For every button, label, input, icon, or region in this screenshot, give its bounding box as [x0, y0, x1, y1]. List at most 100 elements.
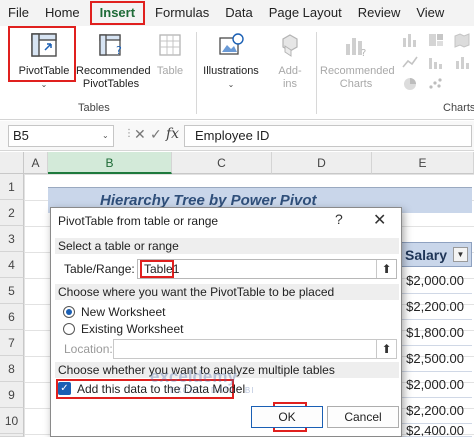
new-worksheet-label[interactable]: New Worksheet: [81, 305, 165, 319]
existing-worksheet-label[interactable]: Existing Worksheet: [81, 322, 184, 336]
section-placement: Choose where you want the PivotTable to …: [55, 284, 399, 300]
salary-cell[interactable]: $2,000.00: [398, 268, 472, 294]
filter-dropdown-icon[interactable]: ▼: [453, 247, 468, 262]
group-label-charts: Charts: [443, 102, 474, 114]
row-header[interactable]: 2: [0, 200, 24, 226]
row-header[interactable]: 7: [0, 330, 24, 356]
salary-header[interactable]: Salary ▼: [398, 242, 472, 267]
salary-cell[interactable]: $2,000.00: [398, 372, 472, 398]
recommended-pivottables-label-1: Recommended: [76, 65, 151, 77]
row-header[interactable]: 9: [0, 382, 24, 408]
location-label: Location:: [64, 342, 113, 356]
tab-formulas[interactable]: Formulas: [147, 0, 217, 26]
watermark-tagline: EXCEL · DATA · BI: [170, 386, 255, 395]
illustrations-icon: [219, 33, 244, 55]
pivotchart-button[interactable]: [452, 54, 472, 74]
pie-chart-button[interactable]: [400, 76, 420, 96]
chevron-down-icon[interactable]: ⌄: [14, 78, 74, 91]
close-icon[interactable]: ✕: [373, 210, 386, 230]
map-chart-button[interactable]: [452, 32, 472, 52]
pivottable-dialog: PivotTable from table or range ? ✕ Selec…: [50, 207, 402, 437]
column-header-d[interactable]: D: [272, 152, 372, 174]
dialog-title: PivotTable from table or range: [58, 214, 219, 228]
column-header-c[interactable]: C: [172, 152, 272, 174]
salary-header-label: Salary: [405, 247, 448, 263]
cancel-button[interactable]: Cancel: [327, 406, 399, 428]
recommended-pivottables-icon: ?: [99, 34, 122, 57]
addins-label-1: Add-: [278, 65, 302, 77]
tab-review[interactable]: Review: [350, 0, 409, 26]
new-worksheet-radio[interactable]: [63, 306, 75, 318]
scatter-chart-icon: [429, 78, 442, 89]
recommended-charts-label-1: Recommended: [320, 65, 395, 77]
ribbon-tabs: File Home Insert Formulas Data Page Layo…: [0, 0, 474, 26]
tab-home[interactable]: Home: [37, 0, 88, 26]
formula-options-icon[interactable]: ⋮: [124, 128, 134, 139]
line-chart-icon: [402, 56, 418, 68]
line-chart-button[interactable]: [400, 54, 420, 74]
scatter-chart-button[interactable]: [426, 76, 446, 96]
table-label: Table: [156, 65, 184, 77]
table-range-input[interactable]: Table1 ⬆: [137, 259, 397, 279]
table-button[interactable]: Table: [152, 32, 188, 78]
tab-insert[interactable]: Insert: [89, 1, 146, 25]
recommended-pivottables-button[interactable]: ? Recommended PivotTables: [76, 32, 151, 91]
ribbon: PivotTable ⌄ ? Recommended PivotTables T…: [0, 26, 474, 120]
table-icon: [159, 34, 181, 56]
insert-function-icon[interactable]: fx: [166, 126, 179, 142]
column-header-a[interactable]: A: [24, 152, 48, 174]
formula-bar: B5 ⌄ ⋮ ✕ ✓ fx Employee ID: [0, 121, 474, 151]
row-header[interactable]: 3: [0, 226, 24, 252]
table-range-value: Table1: [140, 260, 179, 278]
illustrations-button[interactable]: Illustrations ⌄: [200, 32, 262, 91]
name-box-chevron-icon[interactable]: ⌄: [102, 131, 109, 140]
pie-chart-icon: [404, 78, 416, 90]
chevron-down-icon[interactable]: ⌄: [200, 78, 262, 91]
salary-cell[interactable]: $2,200.00: [398, 398, 472, 424]
pivottable-button[interactable]: PivotTable ⌄: [14, 32, 74, 91]
hierarchy-chart-icon: [429, 34, 443, 46]
existing-worksheet-radio[interactable]: [63, 323, 75, 335]
statistic-chart-button[interactable]: [426, 54, 446, 74]
recommended-charts-icon: ?: [346, 38, 366, 59]
location-input[interactable]: ⬆: [113, 339, 397, 359]
watermark-logo: exceldemy: [150, 367, 237, 387]
tab-data[interactable]: Data: [217, 0, 260, 26]
hierarchy-chart-button[interactable]: [426, 32, 446, 52]
row-header[interactable]: 5: [0, 278, 24, 304]
salary-cell[interactable]: $2,400.00: [398, 424, 472, 437]
recommended-charts-button[interactable]: ? Recommended Charts: [320, 32, 395, 91]
column-header-b[interactable]: B: [48, 152, 172, 174]
statistic-chart-icon: [429, 58, 442, 69]
tab-file[interactable]: File: [0, 0, 37, 26]
tab-view[interactable]: View: [408, 0, 452, 26]
column-chart-button[interactable]: [400, 32, 420, 52]
recommended-charts-label-2: Charts: [339, 78, 373, 90]
enter-icon[interactable]: ✓: [150, 126, 162, 143]
watermark-brand: exceldemy: [150, 367, 237, 386]
addins-button[interactable]: Add- ins: [270, 32, 310, 91]
row-header[interactable]: 4: [0, 252, 24, 278]
formula-input[interactable]: Employee ID: [184, 125, 472, 147]
help-icon[interactable]: ?: [335, 211, 343, 227]
name-box[interactable]: B5: [8, 125, 114, 147]
row-header[interactable]: 1: [0, 174, 24, 200]
row-header[interactable]: 6: [0, 304, 24, 330]
data-model-checkbox[interactable]: ✓: [58, 382, 71, 395]
salary-cell[interactable]: $2,500.00: [398, 346, 472, 372]
pivottable-label: PivotTable: [18, 65, 70, 77]
column-header-e[interactable]: E: [372, 152, 474, 174]
collapse-dialog-icon[interactable]: ⬆: [376, 340, 396, 358]
tab-page-layout[interactable]: Page Layout: [261, 0, 350, 26]
collapse-dialog-icon[interactable]: ⬆: [376, 260, 396, 278]
svg-text:?: ?: [116, 44, 122, 57]
addins-label-2: ins: [282, 78, 298, 90]
row-header[interactable]: 10: [0, 408, 24, 434]
row-header[interactable]: 8: [0, 356, 24, 382]
column-chart-icon: [403, 34, 416, 47]
cancel-icon[interactable]: ✕: [134, 126, 146, 143]
select-all-corner[interactable]: [0, 152, 24, 174]
ok-button[interactable]: OK: [251, 406, 323, 428]
salary-cell[interactable]: $1,800.00: [398, 320, 472, 346]
salary-cell[interactable]: $2,200.00: [398, 294, 472, 320]
